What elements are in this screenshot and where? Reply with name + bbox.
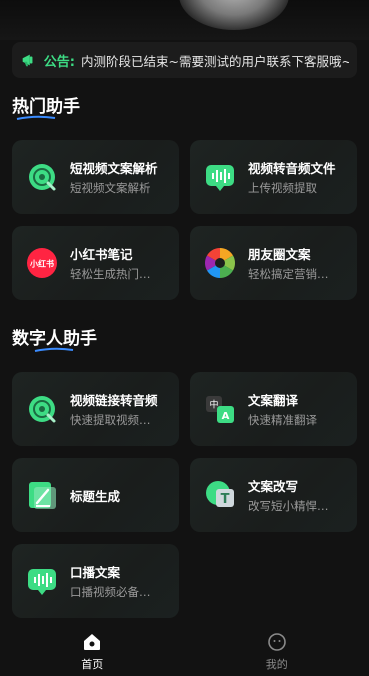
tab-home-label: 首页 [81, 658, 104, 671]
edit-icon [29, 482, 56, 509]
bottom-tab-bar: 首页 我的 [0, 628, 369, 676]
card-moments-copy[interactable]: 朋友圈文案 轻松搞定营销… [190, 226, 357, 300]
section-title-text: 热门助手 [12, 97, 80, 117]
tab-mine[interactable]: 我的 [185, 628, 369, 676]
announcement-text: 内测阶段已结束~需要测试的用户联系下客服哦~ [81, 53, 349, 69]
card-title: 短视频文案解析 [70, 161, 158, 176]
xiaohongshu-icon: 小红书 [27, 248, 57, 278]
svg-text:T: T [221, 492, 230, 507]
audio-wave-icon [206, 165, 234, 191]
banner-image [179, 0, 289, 30]
card-subtitle: 快速提取视频… [70, 413, 151, 427]
card-voiceover-copy[interactable]: 口播文案 口播视频必备… [12, 544, 179, 618]
home-icon [84, 634, 101, 650]
card-title: 文案改写 [248, 479, 299, 494]
section-title-hot: 热门助手 [12, 92, 80, 120]
svg-text:小红书: 小红书 [29, 259, 54, 269]
tab-mine-label: 我的 [265, 658, 288, 671]
card-title: 视频链接转音频 [70, 393, 158, 408]
card-subtitle: 改写短小精悍… [248, 499, 329, 513]
card-title: 视频转音频文件 [248, 161, 336, 176]
megaphone-icon [22, 54, 33, 67]
card-xiaohongshu-notes[interactable]: 小红书 小红书笔记 轻松生成热门… [12, 226, 179, 300]
card-video-script-parse[interactable]: 短视频文案解析 短视频文案解析 [12, 140, 179, 214]
card-title: 口播文案 [70, 565, 121, 580]
card-title-generate[interactable]: 标题生成 [12, 458, 179, 532]
tab-home[interactable]: 首页 [0, 628, 185, 676]
card-subtitle: 上传视频提取 [248, 181, 317, 195]
card-subtitle: 快速精准翻译 [248, 413, 317, 427]
card-translate[interactable]: 中 A 文案翻译 快速精准翻译 [190, 372, 357, 446]
card-title: 朋友圈文案 [248, 247, 311, 262]
profile-face-icon [267, 633, 286, 651]
card-copy-rewrite[interactable]: T 文案改写 改写短小精悍… [190, 458, 357, 532]
card-link-to-audio[interactable]: 视频链接转音频 快速提取视频… [12, 372, 179, 446]
card-subtitle: 轻松生成热门… [70, 267, 151, 281]
card-subtitle: 轻松搞定营销… [248, 267, 329, 281]
title-underline [16, 115, 56, 120]
section-title-text: 数字人助手 [12, 329, 97, 349]
translate-icon: 中 A [206, 396, 234, 423]
svg-text:A: A [222, 411, 230, 422]
disc-icon [29, 164, 56, 191]
announcement-label: 公告: [43, 54, 75, 70]
card-title: 标题生成 [70, 488, 121, 504]
disc-icon [29, 396, 56, 423]
title-underline [34, 347, 74, 352]
hero-banner [0, 0, 369, 40]
card-title: 小红书笔记 [70, 247, 133, 262]
card-video-to-audio[interactable]: 视频转音频文件 上传视频提取 [190, 140, 357, 214]
audio-wave-icon [28, 569, 56, 595]
card-title: 文案翻译 [248, 393, 299, 408]
camera-aperture-icon [204, 248, 236, 278]
card-subtitle: 口播视频必备… [70, 585, 151, 599]
text-icon: T [206, 481, 234, 507]
section-title-digital-human: 数字人助手 [12, 324, 97, 352]
card-subtitle: 短视频文案解析 [70, 181, 151, 195]
announcement-bar[interactable]: 公告: 内测阶段已结束~需要测试的用户联系下客服哦~ [12, 42, 357, 78]
